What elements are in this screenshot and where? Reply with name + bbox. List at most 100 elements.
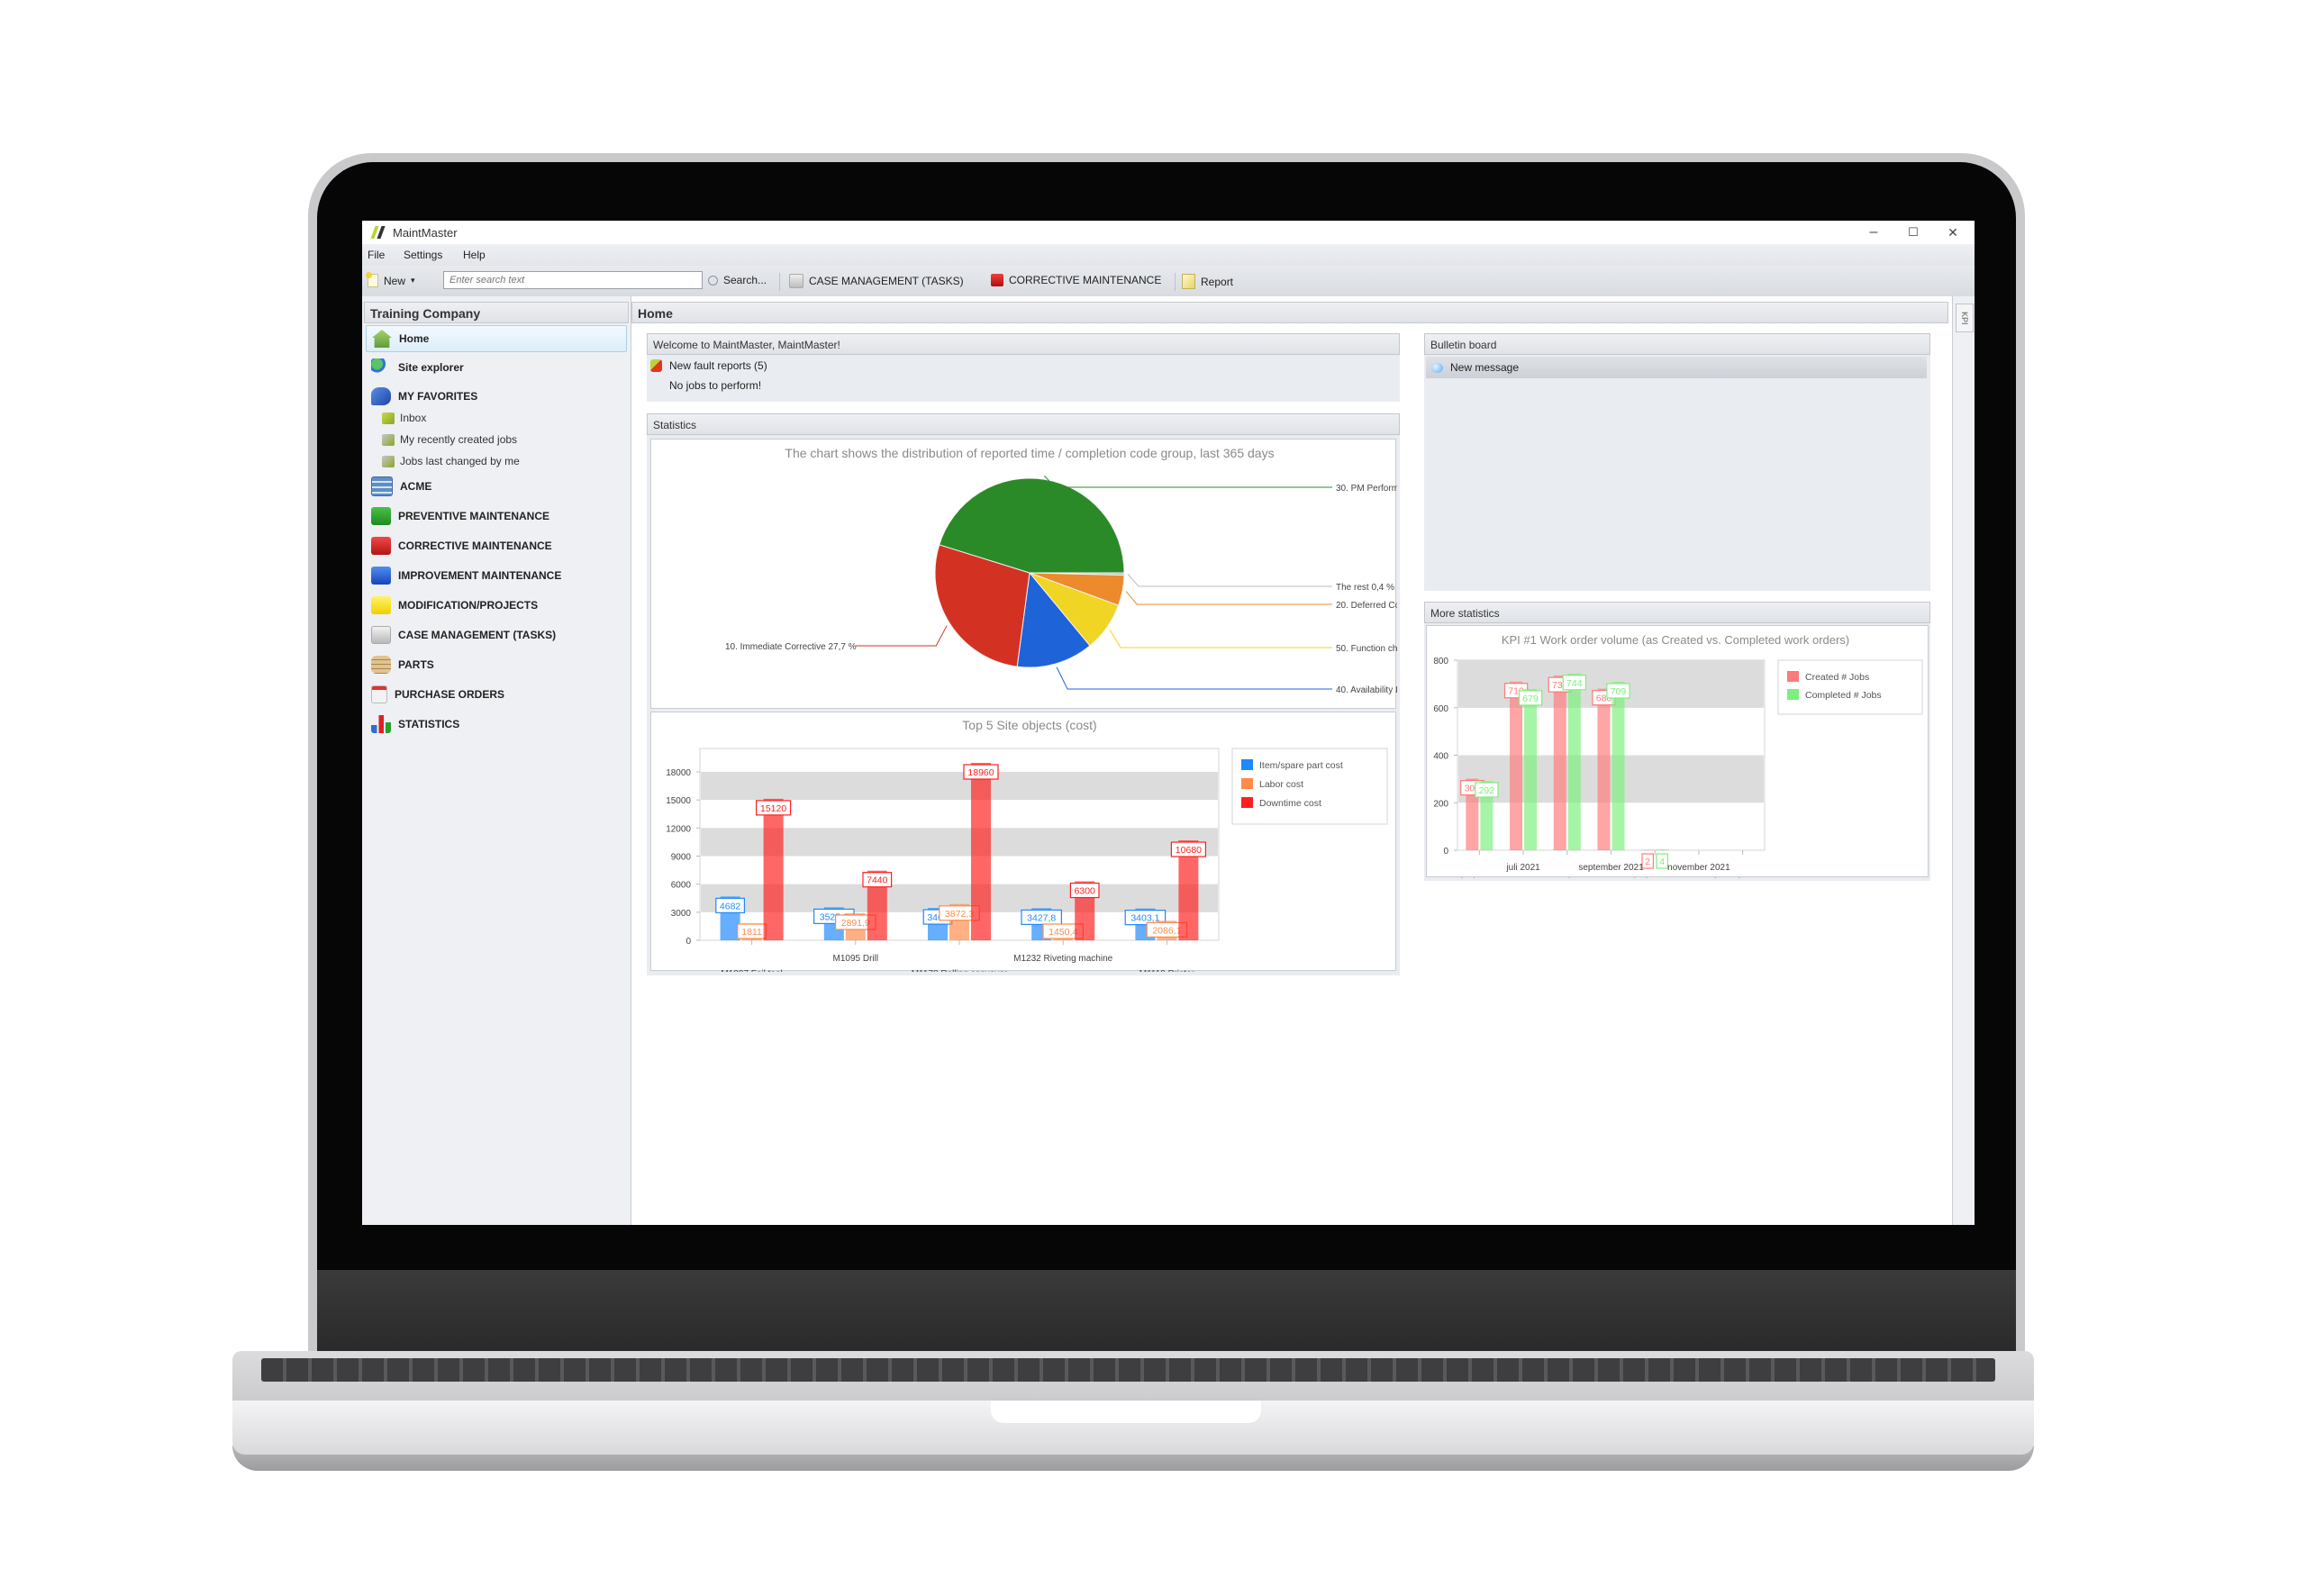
legend-label: Item/spare part cost — [1259, 760, 1343, 771]
sidebar-item-label: Home — [399, 332, 430, 345]
bar — [1656, 848, 1669, 850]
fault-reports-link[interactable]: New fault reports (5) — [650, 359, 767, 372]
menu-help[interactable]: Help — [463, 249, 486, 261]
red-square-icon — [991, 274, 1003, 286]
main-content: Home Welcome to MaintMaster, MaintMaster… — [631, 296, 1952, 1225]
welcome-panel-header: Welcome to MaintMaster, MaintMaster! — [647, 333, 1400, 355]
x-tick-label: augusti 2021 — [1541, 877, 1593, 878]
sidebar-item-site-explorer[interactable]: Site explorer — [366, 354, 627, 381]
kpi-chart-box: KPI #1 Work order volume (as Created vs.… — [1426, 625, 1929, 887]
x-tick-label: M1097 Foil tool — [721, 969, 782, 972]
cost-bar-chart-box: Top 5 Site objects (cost) 4682 1811 15120 3… — [650, 712, 1396, 979]
cost-bar-chart: Top 5 Site objects (cost) 4682 1811 15120 3… — [666, 718, 1388, 979]
bar-value-label: 744 — [1566, 678, 1583, 689]
laptop-keyboard — [261, 1358, 1995, 1382]
message-bubble-icon — [1431, 362, 1443, 373]
title-bar: MaintMaster – ☐ ✕ — [362, 221, 1975, 244]
x-tick-label: juni 2021 — [1460, 877, 1498, 878]
pie-chart-box: The chart shows the distribution of repo… — [650, 439, 1476, 709]
bar-value-label: 1811 — [741, 927, 762, 938]
sidebar-item-label: MODIFICATION/PROJECTS — [398, 599, 539, 612]
favorite-label: Jobs last changed by me — [400, 455, 520, 467]
pie-slice-label: 10. Immediate Corrective 27,7 % — [725, 642, 857, 652]
laptop-chin — [317, 1270, 2016, 1351]
new-message-button[interactable]: New message — [1426, 357, 1927, 378]
sidebar-item-preventive-maintenance[interactable]: PREVENTIVE MAINTENANCE — [366, 503, 627, 530]
favorite-jobs-last-changed[interactable]: Jobs last changed by me — [382, 451, 520, 471]
x-tick-label: september 2021 — [1578, 863, 1644, 873]
y-tick-label: 9000 — [671, 852, 692, 862]
favorite-recently-created-jobs[interactable]: My recently created jobs — [382, 430, 517, 449]
sidebar-item-label: STATISTICS — [398, 718, 460, 730]
y-tick-label: 800 — [1433, 657, 1448, 667]
jobs-icon — [382, 455, 395, 467]
toolbar: New ▾ Search... CASE MANAGEMENT (TASKS) … — [362, 266, 1975, 297]
x-tick-label: M1178 Rolling conveyor — [912, 969, 1008, 972]
pie-leader-line — [1056, 667, 1332, 690]
bar-value-label: 679 — [1522, 694, 1539, 704]
legend-label: Downtime cost — [1259, 798, 1321, 809]
no-jobs-text: No jobs to perform! — [669, 379, 762, 392]
favorite-label: Inbox — [400, 412, 427, 424]
menu-settings[interactable]: Settings — [404, 249, 442, 261]
sidebar-item-home[interactable]: Home — [366, 325, 627, 352]
sidebar-item-label: MY FAVORITES — [398, 390, 478, 403]
report-button[interactable]: Report — [1182, 274, 1233, 289]
x-tick-label: juli 2021 — [1505, 863, 1540, 873]
fault-report-icon — [650, 359, 662, 372]
sidebar-item-parts[interactable]: PARTS — [366, 651, 627, 678]
bar — [971, 763, 991, 940]
toolbar-separator — [779, 273, 780, 291]
legend-swatch — [1241, 778, 1253, 789]
pie-leader-line — [1109, 629, 1332, 648]
sidebar-item-purchase-orders[interactable]: PURCHASE ORDERS — [366, 681, 627, 708]
purchase-order-icon — [371, 685, 387, 703]
kpi-tab[interactable]: KPI — [1956, 304, 1974, 332]
new-label: New — [384, 274, 406, 287]
fault-reports-label: New fault reports (5) — [669, 359, 767, 372]
blue-square-icon — [371, 567, 391, 585]
legend-label: Labor cost — [1259, 779, 1303, 790]
pie-leader-line — [1127, 574, 1332, 587]
y-tick-label: 200 — [1433, 799, 1448, 809]
pie-chart-title: The chart shows the distribution of repo… — [785, 446, 1274, 460]
statistics-panel-header: Statistics — [647, 413, 1400, 435]
sidebar-item-improvement-maintenance[interactable]: IMPROVEMENT MAINTENANCE — [366, 562, 627, 589]
menu-file[interactable]: File — [368, 249, 385, 261]
minimize-button[interactable]: – — [1856, 222, 1892, 242]
favorite-inbox[interactable]: Inbox — [382, 408, 426, 428]
sidebar-item-label: ACME — [400, 480, 432, 493]
x-tick-label: oktober 2021 — [1629, 877, 1682, 878]
pie-slice-label: The rest 0,4 % — [1336, 583, 1394, 593]
sidebar-item-case-management[interactable]: CASE MANAGEMENT (TASKS) — [366, 621, 627, 648]
sidebar-item-statistics[interactable]: STATISTICS — [366, 711, 627, 738]
bar-value-label: 2891,9 — [841, 918, 870, 929]
pie-slice-label: 40. Availability Improvem 13,1 % — [1336, 685, 1397, 695]
shortcut-corrective-maintenance[interactable]: CORRECTIVE MAINTENANCE — [991, 274, 1161, 286]
legend-swatch — [1787, 689, 1799, 700]
y-tick-label: 600 — [1433, 704, 1448, 714]
legend-label: Completed # Jobs — [1805, 690, 1882, 701]
legend-swatch — [1787, 671, 1799, 682]
sidebar-item-acme[interactable]: ACME — [366, 473, 627, 500]
shortcut-case-management[interactable]: CASE MANAGEMENT (TASKS) — [789, 274, 964, 288]
sidebar-item-label: Site explorer — [398, 361, 464, 374]
sidebar-item-my-favorites[interactable]: MY FAVORITES — [366, 383, 627, 410]
sidebar-item-modification-projects[interactable]: MODIFICATION/PROJECTS — [366, 592, 627, 619]
search-input[interactable] — [443, 271, 703, 289]
maximize-button[interactable]: ☐ — [1895, 222, 1931, 242]
bar — [1567, 673, 1581, 850]
bar-value-label: 1450,4 — [1049, 927, 1077, 938]
favorite-label: My recently created jobs — [400, 433, 518, 446]
sidebar-item-corrective-maintenance[interactable]: CORRECTIVE MAINTENANCE — [366, 532, 627, 559]
sidebar-header: Training Company — [364, 302, 629, 323]
new-button[interactable]: New ▾ — [366, 272, 415, 287]
toolbar-separator — [1175, 273, 1176, 291]
y-tick-label: 15000 — [666, 796, 691, 806]
x-tick-label: M1095 Drill — [833, 954, 879, 964]
yellow-square-icon — [371, 596, 391, 614]
bar — [1597, 688, 1611, 850]
welcome-panel: New fault reports (5) No jobs to perform… — [647, 355, 1400, 402]
close-button[interactable]: ✕ — [1935, 222, 1971, 242]
search-button[interactable]: Search... — [708, 274, 767, 286]
